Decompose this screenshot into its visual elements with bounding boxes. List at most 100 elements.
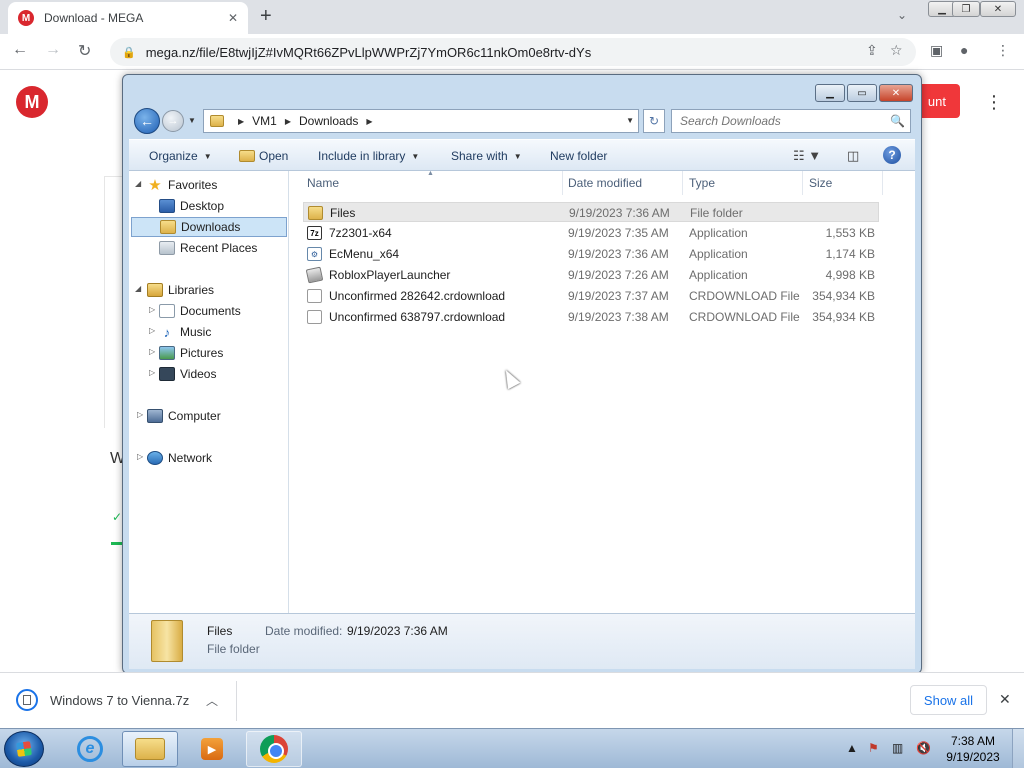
roblox-app-icon xyxy=(305,266,324,284)
nav-item-desktop[interactable]: Desktop xyxy=(159,196,224,216)
restore-icon[interactable]: ❐ xyxy=(952,1,980,17)
nav-item-libraries[interactable]: Libraries xyxy=(147,280,214,300)
nav-item-documents[interactable]: Documents xyxy=(159,301,241,321)
tab-search-chevron-icon[interactable]: ⌄ xyxy=(897,8,907,22)
file-name: RobloxPlayerLauncher xyxy=(329,268,451,282)
browser-tab[interactable]: M Download - MEGA ✕ xyxy=(8,2,248,34)
page-menu-icon[interactable]: ⋮ xyxy=(985,92,1003,113)
organize-button[interactable]: Organize ▼ xyxy=(149,149,212,163)
system-clock[interactable]: 7:38 AM 9/19/2023 xyxy=(940,733,1006,765)
new-tab-icon[interactable]: + xyxy=(260,6,272,26)
pictures-icon xyxy=(159,346,175,360)
expand-libraries-icon[interactable]: ◢ xyxy=(135,284,141,293)
help-icon[interactable]: ? xyxy=(883,146,901,164)
download-file-name[interactable]: Windows 7 to Vienna.7z xyxy=(50,693,189,708)
breadcrumb-vm1[interactable]: VM1 xyxy=(252,114,277,128)
network-tray-icon[interactable]: ▥ xyxy=(892,741,903,755)
column-header-type[interactable]: Type xyxy=(683,171,803,195)
computer-icon xyxy=(147,409,163,423)
explorer-address-bar[interactable]: ▶ VM1 ▶ Downloads ▶ ▼ xyxy=(203,109,639,133)
share-icon[interactable]: ⇪ xyxy=(866,42,878,59)
search-input[interactable] xyxy=(680,114,880,128)
expand-computer-icon[interactable]: ▷ xyxy=(137,410,143,419)
forward-arrow-icon[interactable]: → xyxy=(45,41,61,59)
explorer-close-icon[interactable]: ✕ xyxy=(879,84,913,102)
nav-item-recent-places[interactable]: Recent Places xyxy=(159,238,257,258)
download-progress-icon[interactable] xyxy=(16,689,38,711)
taskbar-explorer[interactable] xyxy=(122,731,178,767)
address-bar[interactable]: 🔒 mega.nz/file/E8twjIjZ#IvMQRt66ZPvLlpWW… xyxy=(110,38,916,66)
file-row-ecmenu[interactable]: ⚙ EcMenu_x64 9/19/2023 7:36 AM Applicati… xyxy=(303,244,879,264)
search-icon[interactable]: 🔍 xyxy=(890,114,905,128)
file-row-unconfirmed-282642[interactable]: Unconfirmed 282642.crdownload 9/19/2023 … xyxy=(303,286,879,306)
explorer-minimize-icon[interactable]: ▁ xyxy=(815,84,845,102)
side-panel-icon[interactable]: ▣ xyxy=(930,42,943,59)
expand-documents-icon[interactable]: ▷ xyxy=(149,305,155,314)
internet-explorer-icon: e xyxy=(77,736,103,762)
music-icon: ♪ xyxy=(163,324,171,340)
start-button[interactable] xyxy=(4,731,44,767)
close-shelf-icon[interactable]: ✕ xyxy=(999,691,1011,708)
nav-item-videos[interactable]: Videos xyxy=(159,364,216,384)
address-row: ← → ▼ ▶ VM1 ▶ Downloads ▶ ▼ ↻ 🔍 xyxy=(131,105,915,137)
column-header-date[interactable]: Date modified xyxy=(562,171,683,195)
tray-overflow-icon[interactable]: ▲ xyxy=(846,741,858,755)
expand-music-icon[interactable]: ▷ xyxy=(149,326,155,335)
file-row-7z2301[interactable]: 7z 7z2301-x64 9/19/2023 7:35 AM Applicat… xyxy=(303,223,879,243)
expand-favorites-icon[interactable]: ◢ xyxy=(135,179,141,188)
close-window-icon[interactable]: ✕ xyxy=(980,1,1016,17)
file-row-unconfirmed-638797[interactable]: Unconfirmed 638797.crdownload 9/19/2023 … xyxy=(303,307,879,327)
show-all-button[interactable]: Show all xyxy=(910,685,987,715)
expand-network-icon[interactable]: ▷ xyxy=(137,452,143,461)
chevron-up-icon[interactable]: ︿ xyxy=(206,692,218,709)
change-view-icon[interactable]: ☷ ▼ xyxy=(793,148,821,164)
tab-close-icon[interactable]: ✕ xyxy=(228,11,238,25)
profile-avatar-icon[interactable]: ● xyxy=(960,42,968,58)
expand-videos-icon[interactable]: ▷ xyxy=(149,368,155,377)
reload-icon[interactable]: ↻ xyxy=(78,41,91,61)
show-desktop-button[interactable] xyxy=(1012,729,1024,768)
column-header-name[interactable]: Name xyxy=(301,171,563,195)
nav-item-network[interactable]: Network xyxy=(147,448,212,468)
share-with-button[interactable]: Share with ▼ xyxy=(451,149,522,163)
volume-muted-icon[interactable]: 🔇 xyxy=(916,741,931,755)
file-date: 9/19/2023 7:35 AM xyxy=(568,226,669,240)
nav-item-computer[interactable]: Computer xyxy=(147,406,221,426)
action-center-icon[interactable]: ⚑ xyxy=(868,741,879,755)
taskbar-internet-explorer[interactable]: e xyxy=(62,731,118,767)
lock-icon[interactable]: 🔒 xyxy=(122,46,136,59)
taskbar-chrome[interactable] xyxy=(246,731,302,767)
explorer-forward-icon[interactable]: → xyxy=(162,110,184,132)
nav-label: Music xyxy=(180,325,212,339)
new-folder-button[interactable]: New folder xyxy=(550,149,607,163)
open-button[interactable]: Open xyxy=(239,149,288,163)
expand-pictures-icon[interactable]: ▷ xyxy=(149,347,155,356)
address-dropdown-icon[interactable]: ▼ xyxy=(626,116,634,125)
file-row-roblox[interactable]: RobloxPlayerLauncher 9/19/2023 7:26 AM A… xyxy=(303,265,879,285)
back-arrow-icon[interactable]: ← xyxy=(12,41,28,59)
explorer-maximize-icon[interactable]: ▭ xyxy=(847,84,877,102)
nav-item-music[interactable]: ♪ Music xyxy=(159,322,212,342)
history-dropdown-icon[interactable]: ▼ xyxy=(188,116,196,125)
breadcrumb-arrow-icon[interactable]: ▶ xyxy=(238,117,244,126)
check-icon: ✓ xyxy=(112,510,123,524)
file-row-files[interactable]: Files 9/19/2023 7:36 AM File folder xyxy=(303,202,879,222)
search-box[interactable]: 🔍 xyxy=(671,109,911,133)
breadcrumb-arrow-icon[interactable]: ▶ xyxy=(366,117,372,126)
include-in-library-button[interactable]: Include in library ▼ xyxy=(318,149,419,163)
breadcrumb-arrow-icon[interactable]: ▶ xyxy=(285,117,291,126)
new-folder-label: New folder xyxy=(550,149,608,163)
nav-item-pictures[interactable]: Pictures xyxy=(159,343,223,363)
nav-item-favorites[interactable]: ★ Favorites xyxy=(147,175,217,195)
mega-logo[interactable]: M xyxy=(16,86,48,118)
column-label: Name xyxy=(307,176,340,190)
refresh-icon[interactable]: ↻ xyxy=(643,109,665,133)
nav-item-downloads[interactable]: Downloads xyxy=(131,217,287,237)
bookmark-star-icon[interactable]: ☆ xyxy=(890,42,903,59)
breadcrumb-downloads[interactable]: Downloads xyxy=(299,114,358,128)
chrome-menu-icon[interactable]: ⋮ xyxy=(996,42,1010,59)
column-header-size[interactable]: Size xyxy=(803,171,883,195)
preview-pane-icon[interactable]: ◫ xyxy=(847,148,859,164)
taskbar-media-player[interactable]: ▶ xyxy=(184,731,240,767)
explorer-back-icon[interactable]: ← xyxy=(134,108,160,134)
